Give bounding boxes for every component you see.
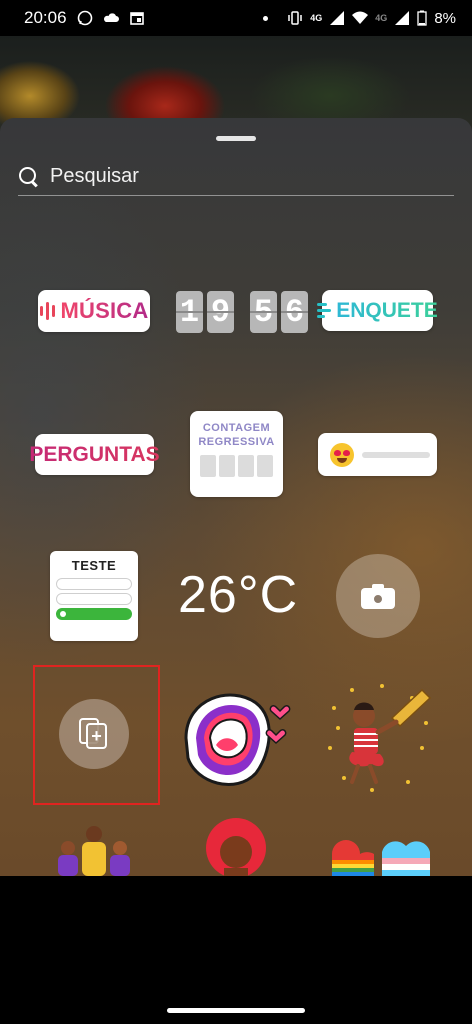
countdown-sticker[interactable]: CONTAGEM REGRESSIVA	[190, 411, 283, 497]
notification-dot	[263, 15, 269, 21]
search-icon	[18, 166, 40, 188]
poll-lines-icon	[317, 303, 332, 318]
questions-sticker[interactable]: PERGUNTAS	[29, 434, 160, 475]
heart-eyes-emoji-icon	[330, 442, 354, 467]
status-time: 20:06	[24, 8, 67, 27]
shouting-mouth-sticker[interactable]	[176, 683, 296, 793]
quiz-sticker-title: TESTE	[71, 558, 117, 573]
trumpet-player-sticker[interactable]	[322, 678, 434, 796]
whatsapp-icon	[77, 10, 92, 26]
poll-sticker-label: ENQUETE	[336, 298, 438, 322]
music-sticker[interactable]: MÚSICA	[38, 290, 150, 332]
quiz-option	[56, 578, 132, 590]
battery-icon	[417, 10, 427, 26]
countdown-label-line2: REGRESSIVA	[198, 436, 275, 448]
clock-digit: 1	[176, 291, 203, 333]
clock-digit: 5	[250, 291, 277, 333]
clock-digit: 9	[207, 291, 234, 333]
status-bar: 20:06 4G 4G 8%	[0, 0, 472, 36]
clock-sticker[interactable]: 1 9 5 6	[176, 291, 308, 333]
network-type-right: 4G	[375, 13, 388, 23]
quiz-option-correct	[56, 608, 132, 620]
music-bars-icon	[39, 302, 55, 320]
poll-sticker[interactable]: ENQUETE	[317, 290, 438, 331]
emoji-slider-sticker[interactable]	[318, 433, 437, 476]
sheet-drag-handle[interactable]	[216, 136, 256, 141]
search-bar[interactable]: Pesquisar	[18, 158, 454, 196]
temperature-sticker[interactable]: 26°C	[178, 565, 297, 625]
calendar-icon	[129, 12, 144, 25]
countdown-boxes	[200, 455, 273, 477]
search-input[interactable]: Pesquisar	[50, 165, 139, 188]
wifi-icon	[352, 11, 369, 24]
signal-icon-secondary	[395, 11, 410, 25]
red-hair-person-sticker[interactable]	[200, 818, 272, 876]
quiz-option	[56, 593, 132, 605]
signal-icon	[330, 11, 345, 25]
slider-track	[362, 451, 430, 458]
gallery-add-icon: +	[79, 718, 109, 750]
countdown-label-line1: CONTAGEM	[202, 422, 271, 434]
questions-sticker-label: PERGUNTAS	[29, 442, 160, 466]
network-type-left: 4G	[310, 13, 323, 23]
quiz-sticker[interactable]: TESTE	[50, 551, 138, 641]
clock-digit: 6	[281, 291, 308, 333]
battery-percent: 8%	[434, 9, 456, 27]
vibrate-icon	[288, 11, 303, 25]
pride-hearts-sticker[interactable]	[326, 834, 432, 876]
group-people-sticker[interactable]	[54, 824, 134, 876]
sticker-sheet: Pesquisar MÚSICA 1 9 5 6 ENQUETE PERGUNT…	[0, 118, 472, 876]
add-photo-sticker-button[interactable]: +	[59, 699, 129, 769]
navigation-area	[0, 876, 472, 1024]
home-gesture-bar[interactable]	[167, 1008, 305, 1013]
camera-icon	[361, 583, 395, 609]
music-sticker-label: MÚSICA	[60, 298, 149, 323]
cloud-icon	[103, 13, 119, 22]
camera-sticker-button[interactable]	[336, 554, 420, 638]
